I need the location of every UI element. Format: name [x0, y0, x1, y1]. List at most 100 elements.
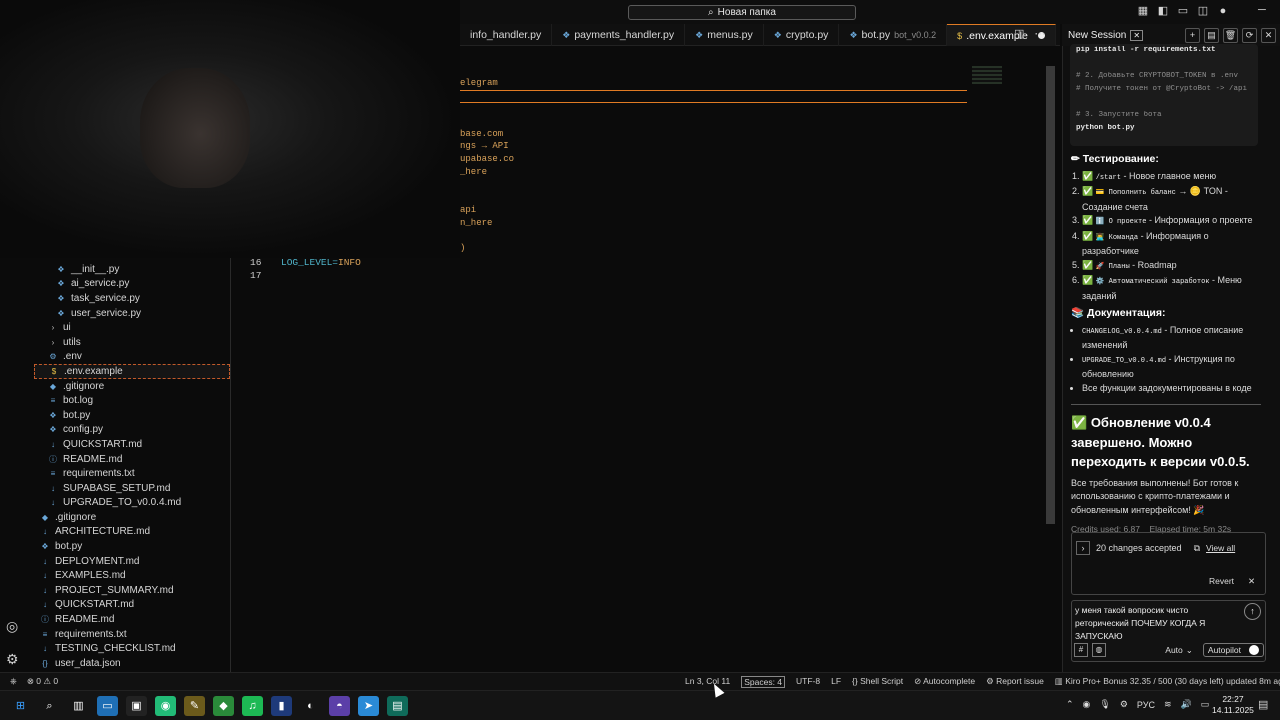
battery-icon[interactable]: ▭ — [1201, 699, 1210, 710]
file-tree-item[interactable]: ↓ ARCHITECTURE.md — [34, 525, 230, 540]
file-tree-item[interactable]: ❖ task_service.py — [34, 291, 230, 306]
remote-icon[interactable]: ⎈ — [10, 676, 17, 687]
microphone-icon[interactable]: 🎙 — [1099, 699, 1110, 710]
file-tree-item[interactable]: ↓ PROJECT_SUMMARY.md — [34, 583, 230, 598]
file-tree-item[interactable]: › ui — [34, 320, 230, 335]
expand-chevron-icon[interactable]: › — [1076, 541, 1090, 555]
split-icon[interactable]: ◫ — [1196, 4, 1210, 17]
file-tree-item[interactable]: ↓ QUICKSTART.md — [34, 598, 230, 613]
notification-icon[interactable]: ▤ — [1258, 698, 1268, 711]
widgets-icon[interactable]: ▭ — [97, 696, 118, 716]
telegram-icon[interactable]: ➤ — [358, 696, 379, 716]
panel-toggle-icon[interactable]: ▭ — [1176, 4, 1190, 17]
tab-payments-handler[interactable]: ❖ payments_handler.py — [552, 24, 686, 46]
tray-chevron-icon[interactable]: ⌃ — [1066, 699, 1074, 710]
terminal-icon[interactable]: ▣ — [126, 696, 147, 716]
file-tree-item[interactable]: ⓘ README.md — [34, 452, 230, 467]
settings-gear-icon[interactable]: ⚙ — [6, 651, 19, 668]
search-taskbar-icon[interactable]: ⌕ — [39, 696, 60, 716]
app-icon[interactable]: ▤ — [387, 696, 408, 716]
file-tree-item[interactable]: ≡ requirements.txt — [34, 627, 230, 642]
file-tree-item[interactable]: {} user_data.json — [34, 656, 230, 671]
view-all-link[interactable]: View all — [1206, 543, 1235, 553]
line-ending[interactable]: LF — [831, 676, 841, 688]
chat-icon[interactable]: ● — [1216, 5, 1230, 17]
layout-icon[interactable]: ▦ — [1136, 4, 1150, 17]
file-tree-item[interactable]: ◆ .gitignore — [34, 510, 230, 525]
cursor-position[interactable]: Ln 3, Col 11 — [685, 676, 730, 688]
file-tree-item[interactable]: ❖ ai_service.py — [34, 277, 230, 292]
app-icon[interactable]: ◆ — [213, 696, 234, 716]
tab-crypto[interactable]: ❖ crypto.py — [764, 24, 840, 46]
file-tree-item[interactable]: ❖ user_service.py — [34, 306, 230, 321]
volume-icon[interactable]: 🔊 — [1181, 699, 1192, 710]
dismiss-icon[interactable]: ✕ — [1248, 576, 1255, 587]
file-tree-item[interactable]: ⚙ .env — [34, 350, 230, 365]
tab-menus[interactable]: ❖ menus.py — [685, 24, 764, 46]
python-file-icon: ❖ — [773, 29, 782, 40]
send-arrow-icon[interactable]: ↑ — [1244, 603, 1261, 620]
file-tree-item[interactable]: ↓ EXAMPLES.md — [34, 568, 230, 583]
minimize-icon[interactable]: ─ — [1258, 4, 1266, 17]
file-tree-item[interactable]: ↓ TESTING_CHECKLIST.md — [34, 641, 230, 656]
chat-input[interactable]: у меня такой вопросик чисто реторический… — [1075, 604, 1235, 643]
tray-icon[interactable]: ⚙ — [1120, 699, 1128, 710]
file-tree-item[interactable]: ≡ requirements.txt — [34, 466, 230, 481]
file-tree-item[interactable]: ❖ __init__.py — [34, 262, 230, 277]
trash-icon[interactable]: 🗑 — [1223, 27, 1238, 43]
file-tree-item[interactable]: ↓ SUPABASE_SETUP.md — [34, 481, 230, 496]
editor-scrollbar[interactable] — [1046, 66, 1055, 524]
windows-start-icon[interactable]: ⊞ — [10, 696, 31, 716]
file-tree-item[interactable]: ≡ bot.log — [34, 393, 230, 408]
autocomplete-status[interactable]: ⊘ Autocomplete — [914, 676, 975, 688]
history-icon[interactable]: ▤ — [1204, 27, 1219, 43]
file-tree-item[interactable]: ↓ DEPLOYMENT.md — [34, 554, 230, 569]
file-tree-item[interactable]: ❖ bot.py — [34, 408, 230, 423]
minimap[interactable] — [972, 66, 1002, 84]
file-tree-item[interactable]: ↓ QUICKSTART.md — [34, 437, 230, 452]
encoding[interactable]: UTF-8 — [796, 676, 820, 688]
more-icon[interactable]: ⋯ — [1034, 27, 1045, 40]
app-icon[interactable]: ✎ — [184, 696, 205, 716]
spotify-icon[interactable]: ♫ — [242, 696, 263, 716]
chevron-down-icon[interactable]: ⌄ — [1186, 645, 1193, 656]
file-tree-item[interactable]: ↓ UPGRADE_TO_v0.0.4.md — [34, 496, 230, 511]
language-mode[interactable]: {} Shell Script — [852, 676, 903, 688]
tab-info-handler[interactable]: info_handler.py — [460, 24, 553, 46]
tab-bot[interactable]: ❖ bot.py bot_v0.0.2 — [839, 24, 948, 46]
file-tree-item[interactable]: ❖ config.py — [34, 423, 230, 438]
new-session-icon[interactable]: + — [1185, 27, 1200, 43]
report-issue[interactable]: ⚙ Report issue — [986, 676, 1044, 688]
problems-indicator[interactable]: ⊗ 0 ⚠ 0 — [27, 676, 58, 687]
app-icon[interactable]: ◐ — [300, 696, 321, 716]
hash-icon[interactable]: # — [1074, 643, 1088, 657]
close-session-icon[interactable]: ✕ — [1130, 29, 1144, 41]
mode-select[interactable]: Auto — [1165, 645, 1183, 655]
tray-app-icon[interactable]: ◉ — [1083, 699, 1091, 710]
image-attach-icon[interactable]: ◍ — [1092, 643, 1106, 657]
command-search[interactable]: ⌕ Новая папка — [628, 5, 856, 20]
refresh-icon[interactable]: ⟳ — [1242, 27, 1257, 43]
close-panel-icon[interactable]: ✕ — [1261, 27, 1276, 43]
chrome-icon[interactable]: ◉ — [155, 696, 176, 716]
tab-label: crypto.py — [785, 29, 829, 41]
language-indicator[interactable]: РУС — [1137, 700, 1155, 710]
account-icon[interactable]: ◎ — [6, 618, 19, 635]
split-editor-icon[interactable]: ◫ — [1014, 27, 1024, 40]
session-tab[interactable]: New Session ✕ — [1068, 29, 1144, 41]
file-tree-item[interactable]: ❖ bot.py — [34, 539, 230, 554]
kiro-icon[interactable]: ◓ — [329, 696, 350, 716]
file-tree-item[interactable]: ◆ .gitignore — [34, 379, 230, 394]
autopilot-toggle[interactable]: Autopilot — [1202, 643, 1264, 657]
wifi-icon[interactable]: ≋ — [1164, 699, 1172, 710]
file-tree-item[interactable]: $ .env.example — [34, 364, 230, 379]
file-tree-item[interactable]: › utils — [34, 335, 230, 350]
system-clock[interactable]: 22:27 14.11.2025 — [1212, 694, 1254, 716]
revert-button[interactable]: Revert — [1209, 576, 1234, 587]
task-view-icon[interactable]: ▥ — [68, 696, 89, 716]
indentation[interactable]: Spaces: 4 — [741, 676, 786, 688]
plan-status[interactable]: ▥ Kiro Pro+ Bonus 32.35 / 500 (30 days l… — [1055, 676, 1280, 688]
sidebar-toggle-icon[interactable]: ◧ — [1156, 4, 1170, 17]
file-tree-item[interactable]: ⓘ README.md — [34, 612, 230, 627]
chart-app-icon[interactable]: ▮ — [271, 696, 292, 716]
